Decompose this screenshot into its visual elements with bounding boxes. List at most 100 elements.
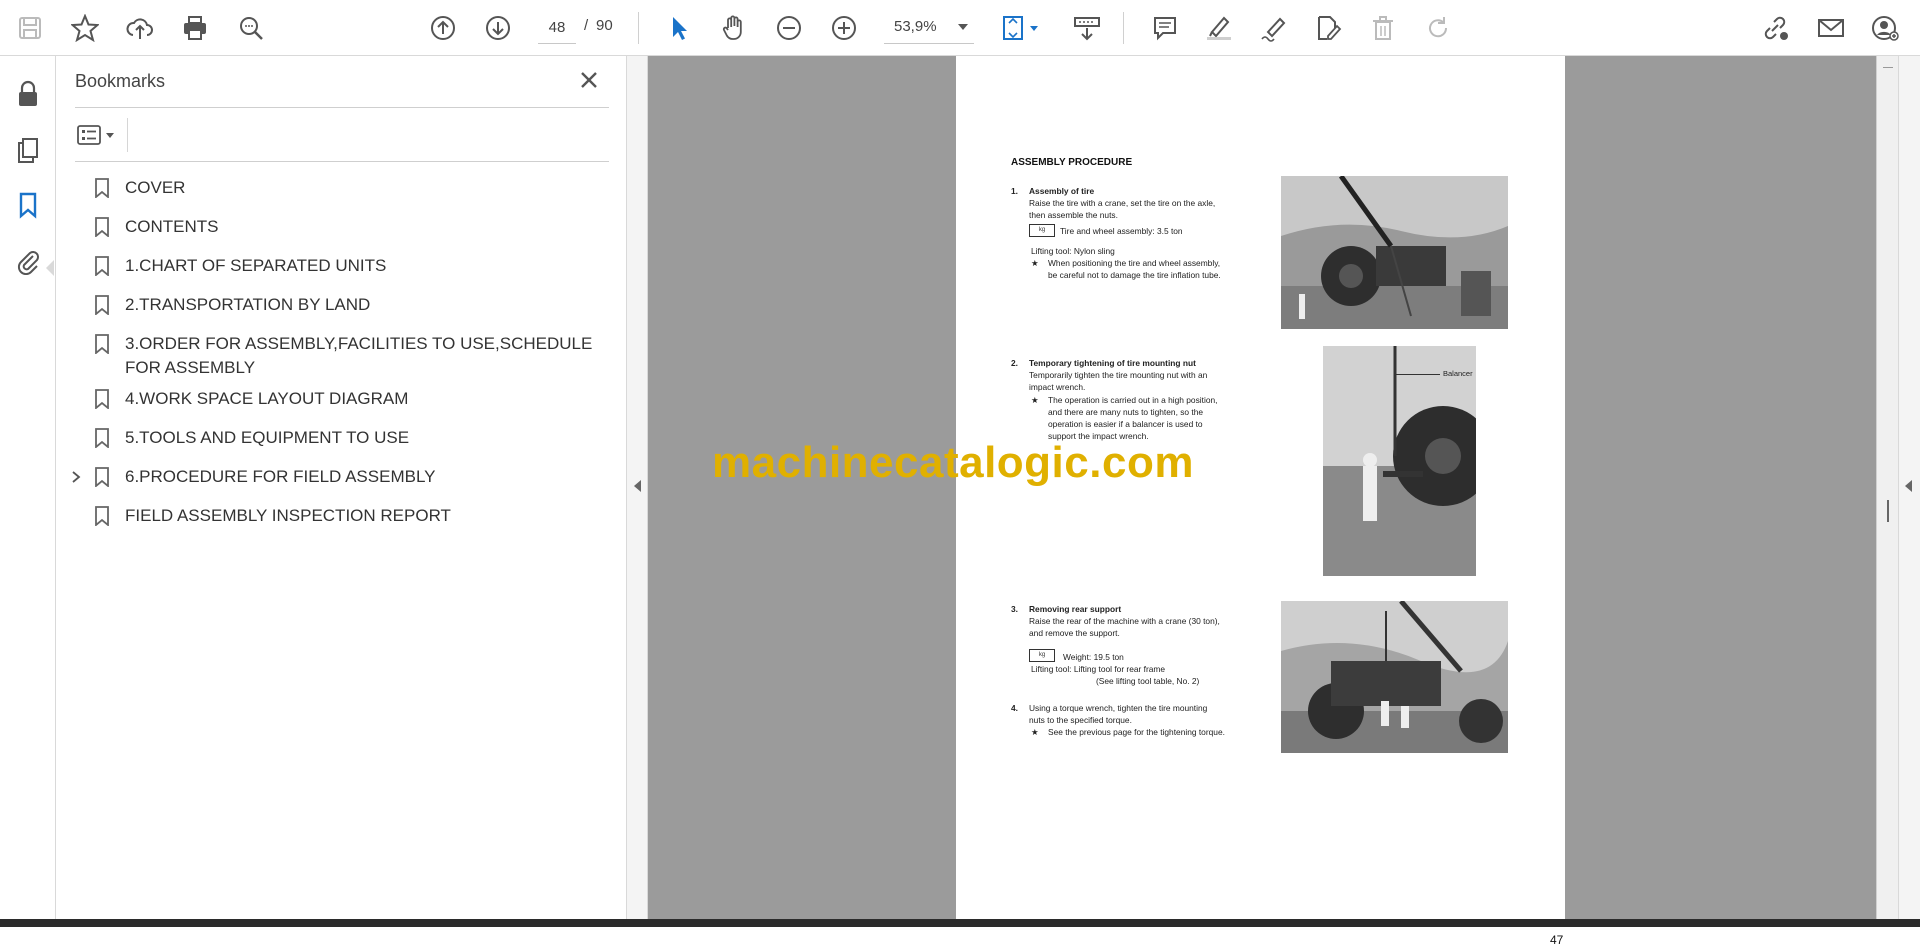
bookmark-label: 6.PROCEDURE FOR FIELD ASSEMBLY <box>125 467 436 486</box>
zoom-level-dropdown[interactable]: 53,9% <box>884 12 974 44</box>
weight-icon: kg <box>1029 224 1055 237</box>
scroll-mode-icon[interactable] <box>1065 10 1109 46</box>
draw-pen-icon[interactable] <box>1256 10 1292 46</box>
step-text: and remove the support. <box>1029 628 1120 638</box>
page-thumbnails-icon[interactable] <box>10 132 46 168</box>
document-viewer[interactable]: ASSEMBLY PROCEDURE 1. Assembly of tire R… <box>648 56 1876 947</box>
page-number-input[interactable] <box>538 12 576 44</box>
scroll-up-indicator[interactable] <box>1883 60 1893 68</box>
star-icon: ★ <box>1031 395 1039 405</box>
step-number: 3. <box>1011 604 1018 614</box>
next-page-icon[interactable] <box>480 10 516 46</box>
bookmark-icon <box>95 295 109 315</box>
panel-toolbar-divider <box>127 118 128 152</box>
weight-text: Weight: 19.5 ton <box>1063 652 1124 662</box>
bookmark-icon <box>95 506 109 526</box>
step-number: 1. <box>1011 186 1018 196</box>
previous-page-icon[interactable] <box>425 10 461 46</box>
zoom-level-value: 53,9% <box>894 18 937 35</box>
step-text: then assemble the nuts. <box>1029 210 1118 220</box>
panel-divider <box>75 107 609 108</box>
page-total: 90 <box>596 17 613 34</box>
find-zoom-icon[interactable] <box>233 10 269 46</box>
lock-icon[interactable] <box>10 76 46 112</box>
step-text: Raise the tire with a crane, set the tir… <box>1029 198 1216 208</box>
step-number: 4. <box>1011 703 1018 713</box>
collapse-left-icon[interactable] <box>634 480 641 492</box>
bookmark-label: CONTENTS <box>125 217 219 236</box>
email-icon[interactable] <box>1813 10 1849 46</box>
highlight-pen-icon[interactable] <box>1201 10 1237 46</box>
panel-splitter[interactable] <box>626 56 648 919</box>
bookmark-label: 2.TRANSPORTATION BY LAND <box>125 295 371 314</box>
edit-pdf-icon[interactable] <box>1310 10 1346 46</box>
bookmark-icon <box>95 428 109 448</box>
select-arrow-icon[interactable] <box>661 10 697 46</box>
star-icon: ★ <box>1031 727 1039 737</box>
bookmark-options-button[interactable] <box>75 120 123 150</box>
bookmark-label: 4.WORK SPACE LAYOUT DIAGRAM <box>125 389 409 408</box>
step-title: Temporary tightening of tire mounting nu… <box>1029 358 1196 368</box>
close-icon[interactable] <box>577 68 601 92</box>
upload-cloud-icon[interactable] <box>122 10 158 46</box>
bookmark-panel-icon[interactable] <box>10 187 46 223</box>
step-title: Removing rear support <box>1029 604 1122 614</box>
bookmark-label: FIELD ASSEMBLY INSPECTION REPORT <box>125 506 451 525</box>
taskbar-edge <box>0 919 1920 927</box>
share-link-icon[interactable] <box>1758 10 1794 46</box>
bookmark-label: 1.CHART OF SEPARATED UNITS <box>125 256 387 275</box>
step-text: impact wrench. <box>1029 382 1086 392</box>
attachment-icon[interactable] <box>10 243 46 279</box>
step-text: Temporarily tighten the tire mounting nu… <box>1029 370 1208 380</box>
chevron-down-icon <box>958 24 968 30</box>
comment-icon[interactable] <box>1147 10 1183 46</box>
photo-rear-support <box>1281 601 1508 753</box>
weight-icon: kg <box>1029 649 1055 662</box>
expand-right-panel-icon[interactable] <box>1905 480 1912 492</box>
scroll-grip[interactable] <box>1887 500 1889 522</box>
star-icon[interactable] <box>67 10 103 46</box>
tool-text: (See lifting tool table, No. 2) <box>1096 676 1200 686</box>
callout-line <box>1396 374 1440 375</box>
toolbar-divider <box>638 12 639 44</box>
fit-page-icon[interactable] <box>998 10 1042 46</box>
zoom-in-icon[interactable] <box>826 10 862 46</box>
bookmark-label: 3.ORDER FOR ASSEMBLY,FACILITIES TO USE,S… <box>125 334 593 377</box>
hand-tool-icon[interactable] <box>716 10 752 46</box>
note-text: See the previous page for the tightening… <box>1048 727 1225 737</box>
step-text: nuts to the specified torque. <box>1029 715 1132 725</box>
watermark-text: machinecatalogic.com <box>712 438 1194 487</box>
save-icon[interactable] <box>12 10 48 46</box>
bookmark-icon <box>95 389 109 409</box>
bookmark-label: 5.TOOLS AND EQUIPMENT TO USE <box>125 428 410 447</box>
step-text: Using a torque wrench, tighten the tire … <box>1029 703 1208 713</box>
bookmark-icon <box>95 467 109 487</box>
step-number: 2. <box>1011 358 1018 368</box>
chevron-right-icon[interactable] <box>70 470 82 484</box>
note-text: operation is easier if a balancer is use… <box>1048 419 1203 429</box>
weight-text: Tire and wheel assembly: 3.5 ton <box>1060 226 1183 236</box>
photo-tire-crane <box>1281 176 1508 329</box>
toolbar-divider <box>1123 12 1124 44</box>
page-heading: ASSEMBLY PROCEDURE <box>1011 157 1133 168</box>
print-icon[interactable] <box>177 10 213 46</box>
page-separator: / <box>584 17 589 34</box>
right-panel-toggle[interactable] <box>1898 56 1920 919</box>
panel-title: Bookmarks <box>75 71 166 91</box>
page-number-label: 47 <box>1550 933 1564 947</box>
vertical-scrollbar[interactable] <box>1876 56 1898 919</box>
bookmark-icon <box>95 256 109 276</box>
redo-icon[interactable] <box>1420 10 1456 46</box>
note-text: be careful not to damage the tire inflat… <box>1048 270 1221 280</box>
panel-divider <box>75 161 609 162</box>
zoom-out-icon[interactable] <box>771 10 807 46</box>
star-icon: ★ <box>1031 258 1039 268</box>
tool-text: Lifting tool: Lifting tool for rear fram… <box>1031 664 1166 674</box>
tool-text: Lifting tool: Nylon sling <box>1031 246 1115 256</box>
share-user-icon[interactable] <box>1868 10 1904 46</box>
photo-impact-wrench <box>1323 346 1476 576</box>
delete-icon[interactable] <box>1365 10 1401 46</box>
step-text: Raise the rear of the machine with a cra… <box>1029 616 1220 626</box>
bookmark-icon <box>95 217 109 237</box>
active-panel-indicator <box>46 260 54 276</box>
